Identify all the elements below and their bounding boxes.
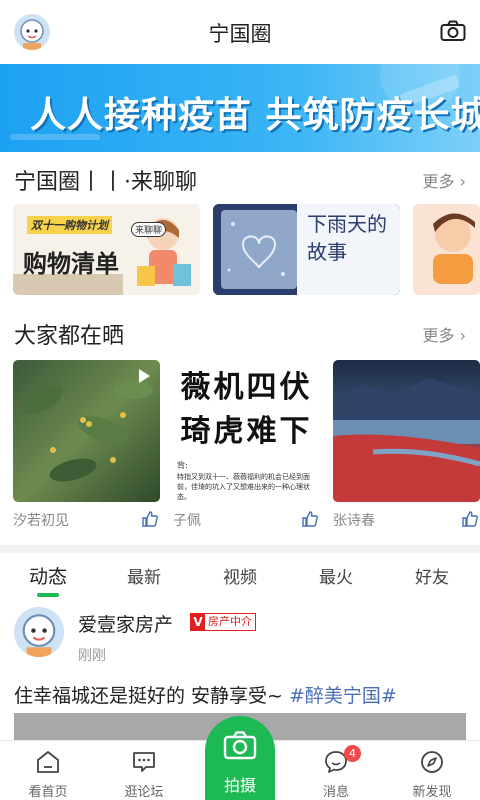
message-count-badge: 4 [344,745,361,762]
camera-icon [223,731,257,760]
nav-messages[interactable]: 消息 [296,749,376,800]
photo-headline: 薇机四伏 琦虎难下 [180,370,313,449]
camera-icon[interactable] [440,20,466,42]
photo-caption-lead: 背: [177,461,188,470]
thumb-up-icon[interactable] [461,510,479,528]
badge-label: 房产中介 [208,615,252,628]
nav-messages-label: 消息 [322,785,349,800]
post-text: 住幸福城还是挺好的 安静享受~ [14,685,289,707]
share-author-1: 汐若初见 [13,513,69,529]
section-chat-title: 宁国圈丨丨·来聊聊 [14,170,197,195]
more-label: 更多 [422,172,455,191]
post-hashtag[interactable]: #醉美宁国# [289,685,397,707]
cartoon-illustration [413,204,480,295]
thumb-up-icon[interactable] [301,510,319,528]
more-label: 更多 [422,326,455,345]
share-author-3: 张诗春 [333,513,375,529]
video-play-icon [139,369,150,383]
nav-home[interactable]: 看首页 [8,749,88,800]
post-author-avatar[interactable] [14,607,64,657]
shoot-button[interactable]: 拍摄 [205,716,275,800]
compass-icon [421,751,443,773]
section-chat-more[interactable]: 更多 › [423,168,467,192]
topic-card-partial[interactable] [413,204,480,295]
post-content[interactable]: 住幸福城还是挺好的 安静享受~ #醉美宁国# [14,681,397,708]
card-tag: 双十一购物计划 [27,216,112,234]
active-tab-indicator [37,593,59,597]
chevron-right-icon: › [454,172,466,191]
card-title: 下雨天的故事 [307,212,387,264]
nav-discover[interactable]: 新发现 [392,749,472,800]
tab-hottest[interactable]: 最火 [296,563,376,588]
nav-forum-label: 逛论坛 [124,785,164,800]
tab-latest[interactable]: 最新 [104,563,184,588]
feed-tabs: 动态 最新 视频 最火 好友 [0,553,480,597]
share-author-2: 子佩 [173,513,201,529]
photo-caption: 特指又到双十一、薇薇福利的机会已经到面前，佳琦的坑入了又想难出来的一种心理状态。 [177,473,310,501]
shoot-label: 拍摄 [223,776,256,795]
nav-discover-label: 新发现 [412,785,452,800]
thumb-up-icon[interactable] [141,510,159,528]
section-share-title: 大家都在晒 [14,324,125,349]
share-photo-2[interactable]: 薇机四伏 琦虎难下 背: 特指又到双十一、薇薇福利的机会已经到面前，佳琦的坑入了… [173,360,320,502]
section-share-more[interactable]: 更多 › [423,322,467,346]
post-time: 刚刚 [78,648,106,664]
verified-v-icon: V [191,614,205,630]
chat-bubble-icon [133,752,155,772]
section-divider [0,545,480,553]
tab-video[interactable]: 视频 [200,563,280,588]
card-title: 购物清单 [23,250,119,278]
topic-card-shopping[interactable]: 双十一购物计划 来聊聊 购物清单 [13,204,200,295]
share-photo-3[interactable] [333,360,480,502]
share-photo-1[interactable] [13,360,160,502]
nav-forum[interactable]: 逛论坛 [104,749,184,800]
home-icon [37,751,59,773]
verified-badge: V 房产中介 [190,613,256,631]
tab-friends[interactable]: 好友 [392,563,472,588]
card-corner-label: 来聊聊 [131,222,167,237]
page-title: 宁国圈 [208,22,272,46]
post-author-name[interactable]: 爱壹家房产 [78,610,173,637]
top-bar: 宁国圈 [0,0,480,64]
topic-card-rain[interactable]: 下雨天的故事 [213,204,400,295]
astronaut-avatar-icon [14,607,64,657]
nav-home-label: 看首页 [28,785,68,800]
vaccine-banner[interactable]: 人人接种疫苗 共筑防疫长城 [0,64,480,152]
section-chat-header: 宁国圈丨丨·来聊聊 更多 › [14,164,467,195]
landscape-photo [333,378,480,502]
tab-dynamic[interactable]: 动态 [8,562,88,589]
chevron-right-icon: › [454,326,466,345]
banner-text: 人人接种疫苗 共筑防疫长城 [30,95,480,136]
section-share-header: 大家都在晒 更多 › [14,318,467,349]
